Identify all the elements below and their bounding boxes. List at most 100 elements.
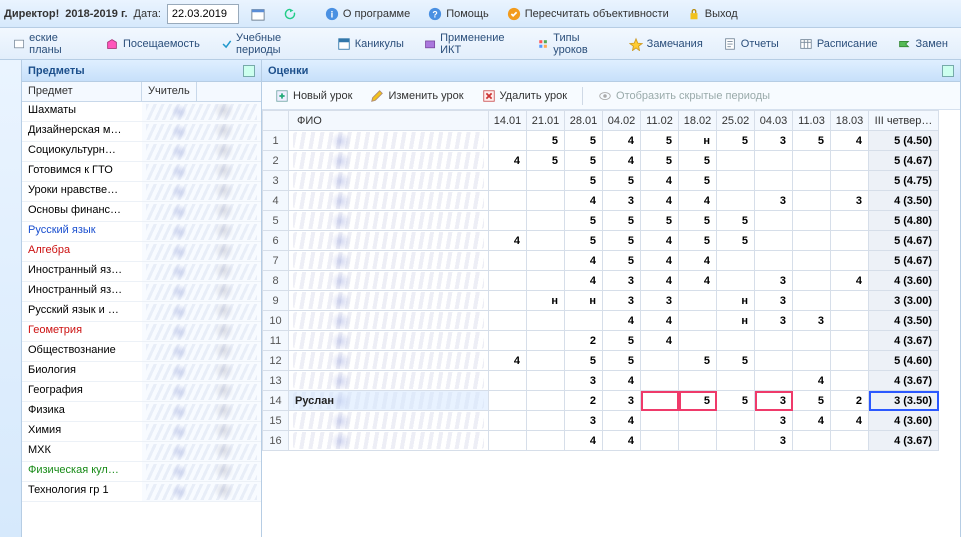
- grade-cell[interactable]: 5: [565, 131, 603, 151]
- grade-cell[interactable]: 4: [679, 191, 717, 211]
- grade-cell[interactable]: 4: [603, 371, 641, 391]
- grade-cell[interactable]: [527, 191, 565, 211]
- grade-cell[interactable]: [527, 371, 565, 391]
- pin-icon[interactable]: [243, 65, 255, 77]
- col-date[interactable]: 28.01: [565, 111, 603, 131]
- grades-grid-wrap[interactable]: ФИО14.0121.0128.0104.0211.0218.0225.0204…: [262, 110, 960, 537]
- grade-cell[interactable]: [831, 251, 869, 271]
- grade-cell[interactable]: [755, 151, 793, 171]
- grade-cell[interactable]: [831, 231, 869, 251]
- edit-lesson-button[interactable]: Изменить урок: [363, 86, 470, 106]
- grade-cell[interactable]: [793, 291, 831, 311]
- subject-row[interactable]: Химия: [22, 422, 261, 442]
- grade-cell[interactable]: [831, 371, 869, 391]
- grade-cell[interactable]: 5: [717, 231, 755, 251]
- grade-cell[interactable]: 3: [755, 271, 793, 291]
- grade-cell[interactable]: 4: [603, 131, 641, 151]
- help-button[interactable]: ?Помощь: [422, 3, 495, 25]
- grade-cell[interactable]: [717, 431, 755, 451]
- grade-cell[interactable]: [679, 431, 717, 451]
- grade-cell[interactable]: 5: [641, 131, 679, 151]
- refresh-button[interactable]: [277, 3, 303, 25]
- grade-cell[interactable]: [489, 391, 527, 411]
- grade-cell[interactable]: 4: [641, 311, 679, 331]
- grade-cell[interactable]: [831, 351, 869, 371]
- grade-cell[interactable]: 5: [793, 391, 831, 411]
- subject-row[interactable]: Физическая кул…: [22, 462, 261, 482]
- grade-cell[interactable]: [527, 251, 565, 271]
- subject-row[interactable]: Дизайнерская м…: [22, 122, 261, 142]
- grade-cell[interactable]: [489, 291, 527, 311]
- subject-row[interactable]: Русский язык и …: [22, 302, 261, 322]
- grade-row[interactable]: 12455555 (4.60): [263, 351, 939, 371]
- subject-row[interactable]: Физика: [22, 402, 261, 422]
- grade-row[interactable]: 15343444 (3.60): [263, 411, 939, 431]
- grade-cell[interactable]: 4: [641, 231, 679, 251]
- grade-cell[interactable]: [527, 411, 565, 431]
- grade-cell[interactable]: [489, 131, 527, 151]
- grade-cell[interactable]: [679, 331, 717, 351]
- col-date[interactable]: 14.01: [489, 111, 527, 131]
- grade-cell[interactable]: [755, 331, 793, 351]
- grade-cell[interactable]: 3: [603, 271, 641, 291]
- grade-cell[interactable]: [831, 431, 869, 451]
- tab-8[interactable]: Расписание: [790, 30, 887, 58]
- grade-cell[interactable]: 4: [641, 331, 679, 351]
- grade-cell[interactable]: [717, 371, 755, 391]
- grade-cell[interactable]: [489, 431, 527, 451]
- grade-cell[interactable]: 5: [565, 151, 603, 171]
- grade-cell[interactable]: 4: [641, 191, 679, 211]
- subject-row[interactable]: Геометрия: [22, 322, 261, 342]
- grade-cell[interactable]: [717, 411, 755, 431]
- grade-cell[interactable]: 5: [679, 151, 717, 171]
- grade-cell[interactable]: 3: [565, 411, 603, 431]
- grade-cell[interactable]: 3: [603, 191, 641, 211]
- grade-cell[interactable]: [717, 171, 755, 191]
- grade-cell[interactable]: 3: [831, 191, 869, 211]
- grade-cell[interactable]: [489, 191, 527, 211]
- col-fio[interactable]: ФИО: [289, 111, 489, 131]
- grade-cell[interactable]: 5: [603, 231, 641, 251]
- grade-cell[interactable]: 5: [793, 131, 831, 151]
- col-date[interactable]: 11.02: [641, 111, 679, 131]
- subject-row[interactable]: Иностранный яз…: [22, 282, 261, 302]
- grade-cell[interactable]: 3: [603, 391, 641, 411]
- grade-cell[interactable]: 3: [641, 291, 679, 311]
- grade-cell[interactable]: [489, 251, 527, 271]
- grade-cell[interactable]: 3: [755, 311, 793, 331]
- grade-cell[interactable]: 4: [603, 151, 641, 171]
- grade-cell[interactable]: [717, 331, 755, 351]
- grade-cell[interactable]: 3: [755, 291, 793, 311]
- grade-cell[interactable]: [527, 311, 565, 331]
- grade-cell[interactable]: 5: [679, 171, 717, 191]
- grade-cell[interactable]: 3: [755, 131, 793, 151]
- tab-3[interactable]: Каникулы: [328, 30, 413, 58]
- grade-cell[interactable]: 3: [565, 371, 603, 391]
- col-date[interactable]: 18.03: [831, 111, 869, 131]
- grade-row[interactable]: 5555555 (4.80): [263, 211, 939, 231]
- delete-lesson-button[interactable]: Удалить урок: [475, 86, 574, 106]
- grade-cell[interactable]: [679, 291, 717, 311]
- grade-cell[interactable]: [679, 311, 717, 331]
- grade-cell[interactable]: 5: [717, 211, 755, 231]
- grade-cell[interactable]: 4: [641, 271, 679, 291]
- subject-row[interactable]: Основы финанс…: [22, 202, 261, 222]
- grade-cell[interactable]: [527, 391, 565, 411]
- grade-cell[interactable]: [489, 211, 527, 231]
- subject-row[interactable]: География: [22, 382, 261, 402]
- grade-cell[interactable]: 5: [565, 351, 603, 371]
- col-date[interactable]: 18.02: [679, 111, 717, 131]
- grade-cell[interactable]: [755, 351, 793, 371]
- grade-cell[interactable]: [717, 191, 755, 211]
- grade-cell[interactable]: [489, 171, 527, 191]
- tab-7[interactable]: Отчеты: [714, 30, 788, 58]
- grade-cell[interactable]: н: [565, 291, 603, 311]
- grade-cell[interactable]: [755, 171, 793, 191]
- col-date[interactable]: 21.01: [527, 111, 565, 131]
- grade-cell[interactable]: [527, 231, 565, 251]
- grade-cell[interactable]: [641, 391, 679, 411]
- grade-cell[interactable]: [641, 431, 679, 451]
- grade-row[interactable]: 355455 (4.75): [263, 171, 939, 191]
- grade-cell[interactable]: 4: [489, 151, 527, 171]
- grade-cell[interactable]: [679, 371, 717, 391]
